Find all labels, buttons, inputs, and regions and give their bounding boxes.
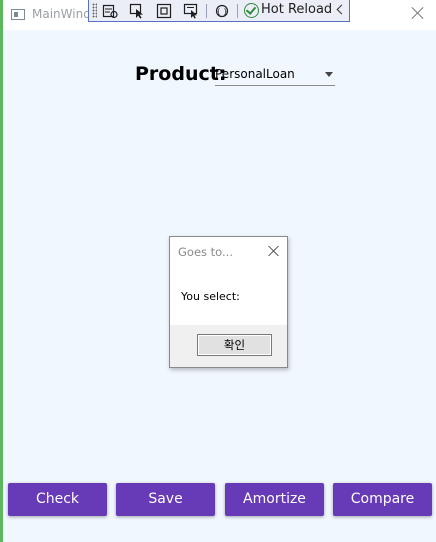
binding-failures-icon[interactable]: { } <box>214 3 230 19</box>
dropdown-arrow-icon[interactable] <box>325 72 333 77</box>
hot-reload-label[interactable]: Hot Reload <box>261 2 332 17</box>
svg-text:{ }: { } <box>216 8 227 16</box>
window-title: MainWind <box>32 7 91 21</box>
dialog-title: Goes to... <box>178 245 233 259</box>
dialog-close-icon[interactable] <box>267 244 281 258</box>
dialog-footer: 확인 <box>170 325 287 367</box>
check-button[interactable]: Check <box>8 483 107 516</box>
product-label: Product: <box>135 63 227 85</box>
message-dialog: Goes to... You select: 확인 <box>169 236 288 368</box>
amortize-button[interactable]: Amortize <box>225 483 324 516</box>
window-app-icon <box>11 9 25 20</box>
window-close-button[interactable] <box>408 4 428 24</box>
save-button[interactable]: Save <box>116 483 215 516</box>
layout-adorner-icon[interactable] <box>156 3 172 19</box>
toolbar-separator <box>237 4 238 18</box>
pointer-select-icon[interactable] <box>129 3 145 19</box>
toolbar-collapse-chevron-icon[interactable] <box>336 4 347 15</box>
select-element-icon[interactable] <box>102 3 118 19</box>
product-selected-value: PersonalLoan <box>215 67 295 81</box>
toolbar-separator <box>206 4 207 18</box>
xaml-debug-toolbar: { } Hot Reload <box>88 0 350 22</box>
compare-button[interactable]: Compare <box>333 483 432 516</box>
dialog-message: You select: <box>181 290 240 303</box>
product-dropdown[interactable]: PersonalLoan <box>215 64 335 86</box>
hot-reload-check-icon[interactable] <box>244 3 259 18</box>
toolbar-grip-icon[interactable] <box>92 3 97 18</box>
window-left-accent <box>0 0 3 542</box>
dialog-ok-button[interactable]: 확인 <box>197 334 272 356</box>
track-focus-icon[interactable] <box>183 3 199 19</box>
